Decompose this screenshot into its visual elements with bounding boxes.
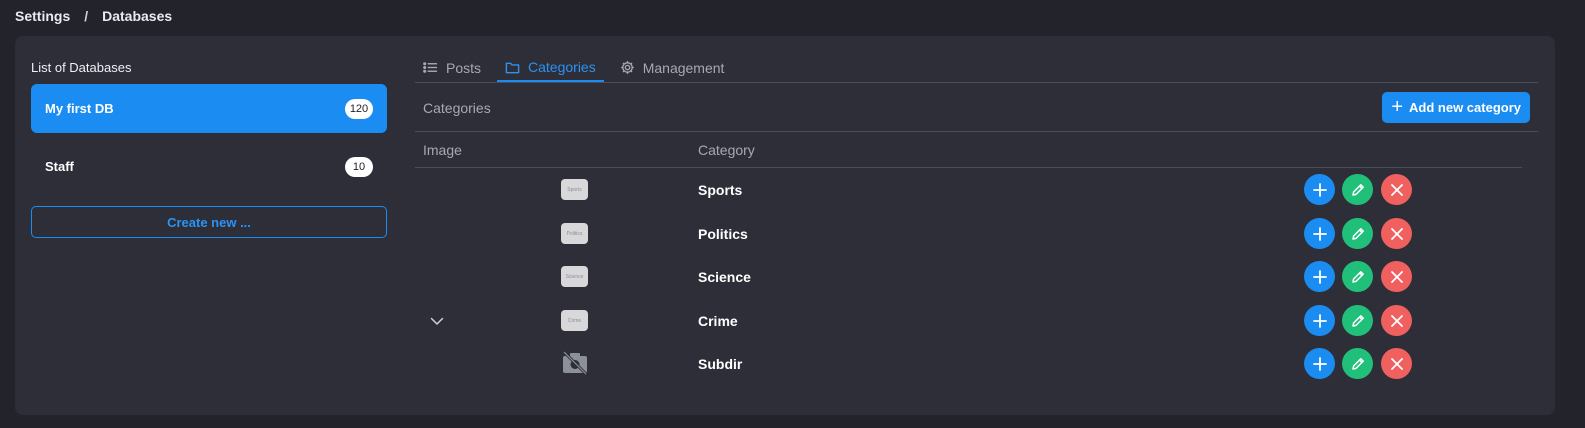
category-thumbnail: Politics	[561, 223, 588, 244]
pencil-icon	[1351, 314, 1364, 327]
breadcrumb-separator: /	[84, 8, 89, 24]
table-row: Science Science	[415, 257, 1538, 297]
add-subcategory-button[interactable]	[1304, 348, 1335, 379]
table-row: Crime Crime	[415, 301, 1538, 341]
close-icon	[1390, 270, 1403, 283]
close-icon	[1390, 314, 1403, 327]
add-category-button[interactable]: + Add new category	[1382, 92, 1530, 123]
tab-label: Posts	[446, 59, 482, 76]
broken-image-icon	[562, 350, 588, 376]
tab-management[interactable]: Management	[612, 54, 733, 81]
chevron-down-icon[interactable]	[429, 313, 445, 329]
plus-icon	[1312, 313, 1327, 328]
column-header-image: Image	[423, 142, 462, 158]
tab-bar: Posts Categories Management	[415, 54, 1538, 83]
database-item-label: My first DB	[45, 101, 114, 116]
list-icon	[423, 62, 438, 73]
close-icon	[1390, 227, 1403, 240]
category-thumbnail: Sports	[561, 179, 588, 200]
table-row: Subdir	[415, 344, 1538, 384]
plus-icon: +	[1391, 95, 1404, 118]
category-name: Sports	[698, 182, 743, 198]
category-thumbnail: Science	[561, 266, 588, 287]
database-item-staff[interactable]: Staff 10	[31, 142, 387, 191]
header-divider	[415, 167, 1522, 168]
categories-header: Categories + Add new category	[415, 83, 1538, 132]
tab-posts[interactable]: Posts	[415, 54, 489, 81]
plus-icon	[1312, 182, 1327, 197]
close-icon	[1390, 357, 1403, 370]
tab-categories[interactable]: Categories	[497, 54, 604, 82]
table-row: Sports Sports	[415, 170, 1538, 210]
edit-category-button[interactable]	[1342, 174, 1373, 205]
close-icon	[1390, 183, 1403, 196]
edit-category-button[interactable]	[1342, 348, 1373, 379]
plus-icon	[1312, 356, 1327, 371]
delete-category-button[interactable]	[1381, 261, 1412, 292]
edit-category-button[interactable]	[1342, 261, 1373, 292]
category-name: Crime	[698, 313, 738, 329]
tab-label: Management	[642, 59, 725, 76]
category-name: Science	[698, 269, 751, 285]
create-database-button[interactable]: Create new ...	[31, 206, 387, 238]
add-category-label: Add new category	[1409, 100, 1521, 115]
edit-category-button[interactable]	[1342, 305, 1373, 336]
database-count-badge: 120	[345, 98, 373, 119]
category-thumbnail: Crime	[561, 310, 588, 331]
database-item-my-first-db[interactable]: My first DB 120	[31, 84, 387, 133]
pencil-icon	[1351, 357, 1364, 370]
pencil-icon	[1351, 183, 1364, 196]
column-header-category: Category	[698, 142, 755, 158]
delete-category-button[interactable]	[1381, 348, 1412, 379]
plus-icon	[1312, 226, 1327, 241]
table-row: Politics Politics	[415, 214, 1538, 254]
plus-icon	[1312, 269, 1327, 284]
pencil-icon	[1351, 227, 1364, 240]
folder-icon	[505, 62, 520, 73]
category-name: Politics	[698, 226, 748, 242]
add-subcategory-button[interactable]	[1304, 174, 1335, 205]
database-count-badge: 10	[345, 156, 373, 177]
add-subcategory-button[interactable]	[1304, 218, 1335, 249]
database-list-title: List of Databases	[31, 60, 132, 75]
tab-label: Categories	[528, 59, 596, 75]
section-title: Categories	[423, 100, 491, 116]
add-subcategory-button[interactable]	[1304, 305, 1335, 336]
add-subcategory-button[interactable]	[1304, 261, 1335, 292]
breadcrumb: Settings / Databases	[15, 8, 172, 24]
database-item-label: Staff	[45, 159, 74, 174]
breadcrumb-databases: Databases	[102, 8, 173, 24]
delete-category-button[interactable]	[1381, 174, 1412, 205]
delete-category-button[interactable]	[1381, 305, 1412, 336]
pencil-icon	[1351, 270, 1364, 283]
delete-category-button[interactable]	[1381, 218, 1412, 249]
category-name: Subdir	[698, 356, 743, 372]
gear-icon	[620, 61, 634, 74]
edit-category-button[interactable]	[1342, 218, 1373, 249]
breadcrumb-settings[interactable]: Settings	[15, 8, 70, 24]
main-panel: List of Databases My first DB 120 Staff …	[15, 36, 1555, 415]
